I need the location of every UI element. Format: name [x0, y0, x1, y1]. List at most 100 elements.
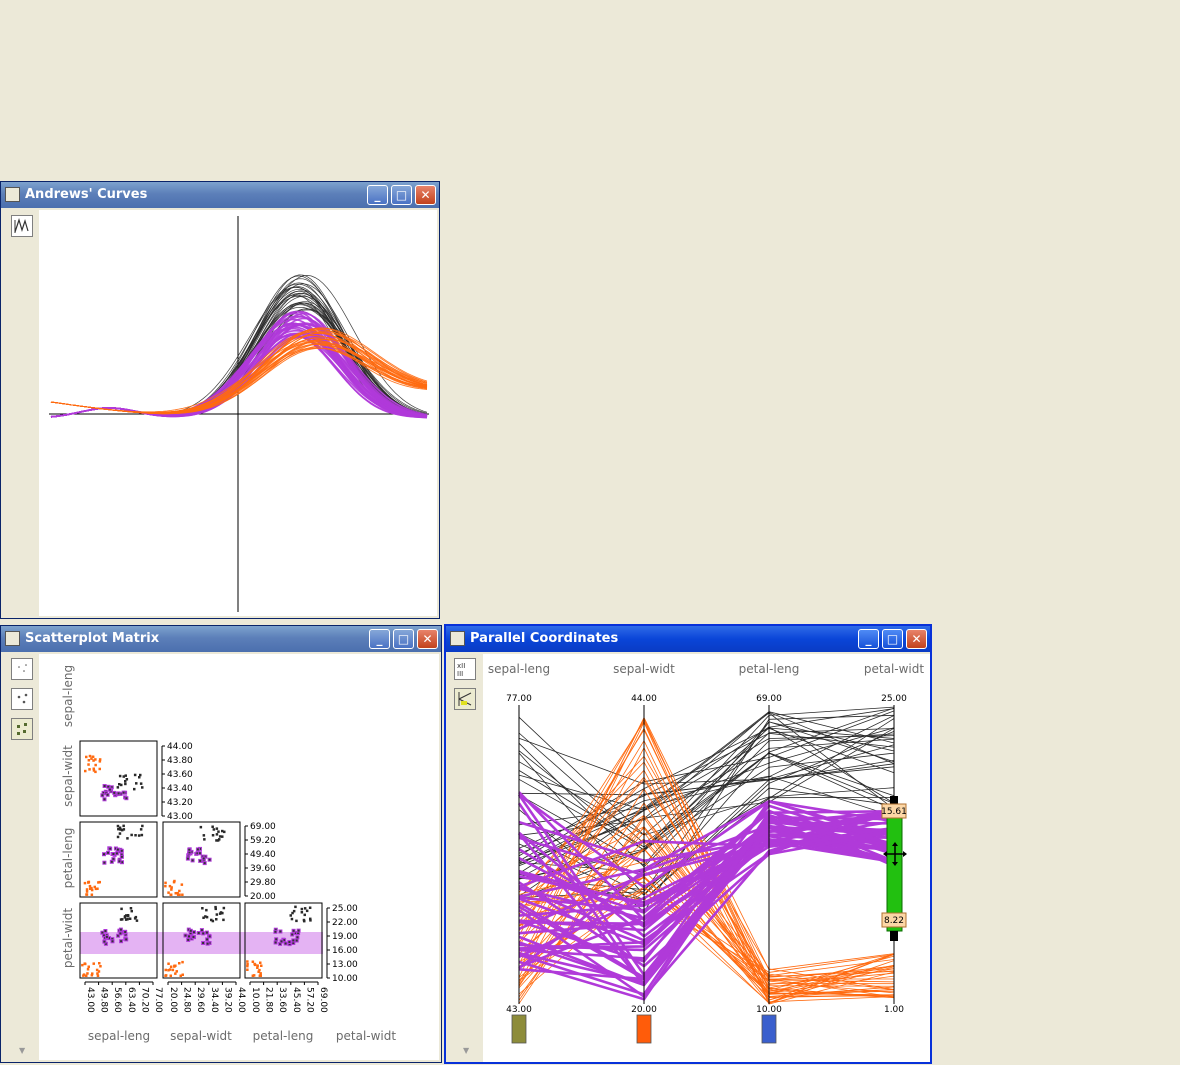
scatter-point [133, 787, 136, 791]
scatter-point [169, 974, 172, 977]
scatter-point [126, 917, 129, 921]
axis-color-swatch[interactable] [636, 1014, 652, 1044]
scatter-cell[interactable] [79, 740, 158, 817]
axis-min-sepal-widt: 20.00 [631, 1005, 657, 1015]
scatter-point-core [104, 930, 107, 932]
window-app-icon[interactable] [450, 631, 465, 646]
range-brush[interactable]: 15.61 8.22 [881, 796, 907, 941]
tick-petal-widt: 22.00 [332, 918, 358, 928]
scatter-point [88, 768, 91, 771]
scatter-point [96, 974, 100, 977]
scatter-point [98, 758, 102, 761]
scatter-point [214, 907, 217, 911]
andrews-titlebar[interactable]: Andrews' Curves _ □ ✕ [1, 182, 439, 208]
window-app-icon[interactable] [5, 631, 20, 646]
tick-petal-widt: 19.00 [332, 932, 358, 942]
scatter-point [221, 829, 224, 833]
scatter-point [123, 916, 127, 919]
tick-petal-widt: 13.00 [332, 960, 358, 970]
minimize-button[interactable]: _ [858, 629, 879, 649]
scatter-point [295, 919, 298, 923]
scroll-down-arrow[interactable]: ▼ [19, 1046, 25, 1055]
point-large-icon[interactable] [11, 718, 33, 740]
maximize-button[interactable]: □ [882, 629, 903, 649]
scatter-point-core [202, 942, 205, 944]
col-label-sepal-leng: sepal-leng [88, 1029, 150, 1043]
scatter-point [246, 960, 249, 963]
scatter-point [259, 961, 262, 964]
scatter-point [126, 837, 129, 840]
row-label-petal-leng: petal-leng [61, 828, 75, 889]
parallel-plot-area[interactable]: sepal-leng sepal-widt petal-leng petal-w… [483, 654, 930, 1062]
scatter-point [164, 968, 167, 972]
scatter-titlebar[interactable]: Scatterplot Matrix _ □ ✕ [1, 626, 441, 652]
scatter-point-core [113, 791, 116, 794]
scatter-point-core [188, 935, 190, 938]
scatter-point [116, 835, 120, 839]
tick-petal-leng: 29.80 [250, 878, 276, 888]
axis-color-swatch[interactable] [761, 1014, 777, 1044]
scatter-point [179, 974, 182, 977]
scatter-point [246, 963, 249, 966]
scatter-point [175, 970, 178, 973]
scatter-point-core [101, 931, 104, 934]
scatter-point-core [208, 858, 211, 861]
scatter-plot-area[interactable]: sepal-leng sepal-widt petal-leng petal-widt… [39, 654, 439, 1060]
scatter-point [289, 914, 292, 917]
minimize-button[interactable]: _ [367, 185, 388, 205]
scatter-point [180, 883, 184, 886]
scatter-point-core [101, 794, 104, 797]
scatter-point [118, 832, 122, 835]
scatter-point [88, 754, 92, 758]
scatter-point [135, 919, 139, 922]
axis-color-swatch[interactable] [511, 1014, 527, 1044]
scatter-point-core [274, 930, 277, 933]
scroll-down-arrow[interactable]: ▼ [463, 1046, 469, 1055]
window-app-icon[interactable] [5, 187, 20, 202]
maximize-button[interactable]: □ [391, 185, 412, 205]
scatter-point [167, 891, 170, 894]
tick-x-sepal-widt: 39.20 [222, 987, 232, 1013]
scatter-point-core [205, 931, 208, 934]
axis-max-petal-leng: 69.00 [756, 694, 782, 704]
scatter-point [290, 917, 294, 921]
andrews-curves-icon[interactable] [11, 215, 33, 237]
scatter-point [211, 834, 215, 837]
tick-x-sepal-widt: 44.00 [236, 987, 246, 1013]
close-button[interactable]: ✕ [417, 629, 438, 649]
axis-order-icon[interactable]: xII III [454, 658, 476, 680]
scatter-point [203, 838, 206, 841]
andrews-plot-area[interactable] [39, 210, 437, 616]
scatter-point-core [274, 941, 277, 944]
scatter-point-core [291, 933, 294, 936]
tick-petal-leng: 59.20 [250, 836, 276, 846]
scatter-point [135, 782, 138, 785]
minimize-button[interactable]: _ [369, 629, 390, 649]
scatter-point-core [109, 847, 112, 850]
scatter-point [124, 782, 127, 786]
scatter-point [85, 893, 88, 896]
scatter-point [130, 909, 133, 913]
parallel-titlebar[interactable]: Parallel Coordinates _ □ ✕ [446, 626, 930, 652]
scatter-point-core [112, 858, 115, 861]
scatter-point [308, 906, 312, 909]
scatter-point [246, 968, 249, 971]
scatter-point-core [196, 848, 199, 851]
scatter-point [97, 881, 100, 884]
col-label-petal-widt: petal-widt [336, 1029, 396, 1043]
point-small-icon[interactable] [11, 658, 33, 680]
scatter-point [215, 913, 219, 916]
close-button[interactable]: ✕ [906, 629, 927, 649]
axis-min-petal-leng: 10.00 [756, 1005, 782, 1015]
scatter-point [173, 879, 176, 883]
axis-label-petal-widt: petal-widt [864, 662, 924, 676]
tick-x-petal-leng: 69.00 [318, 987, 328, 1013]
close-button[interactable]: ✕ [415, 185, 436, 205]
scatter-point-core [124, 931, 127, 933]
brush-bar[interactable] [886, 805, 903, 932]
scatter-point [121, 918, 124, 921]
point-medium-icon[interactable] [11, 688, 33, 710]
scatter-point-core [197, 932, 200, 934]
brush-icon[interactable] [454, 688, 476, 710]
maximize-button[interactable]: □ [393, 629, 414, 649]
